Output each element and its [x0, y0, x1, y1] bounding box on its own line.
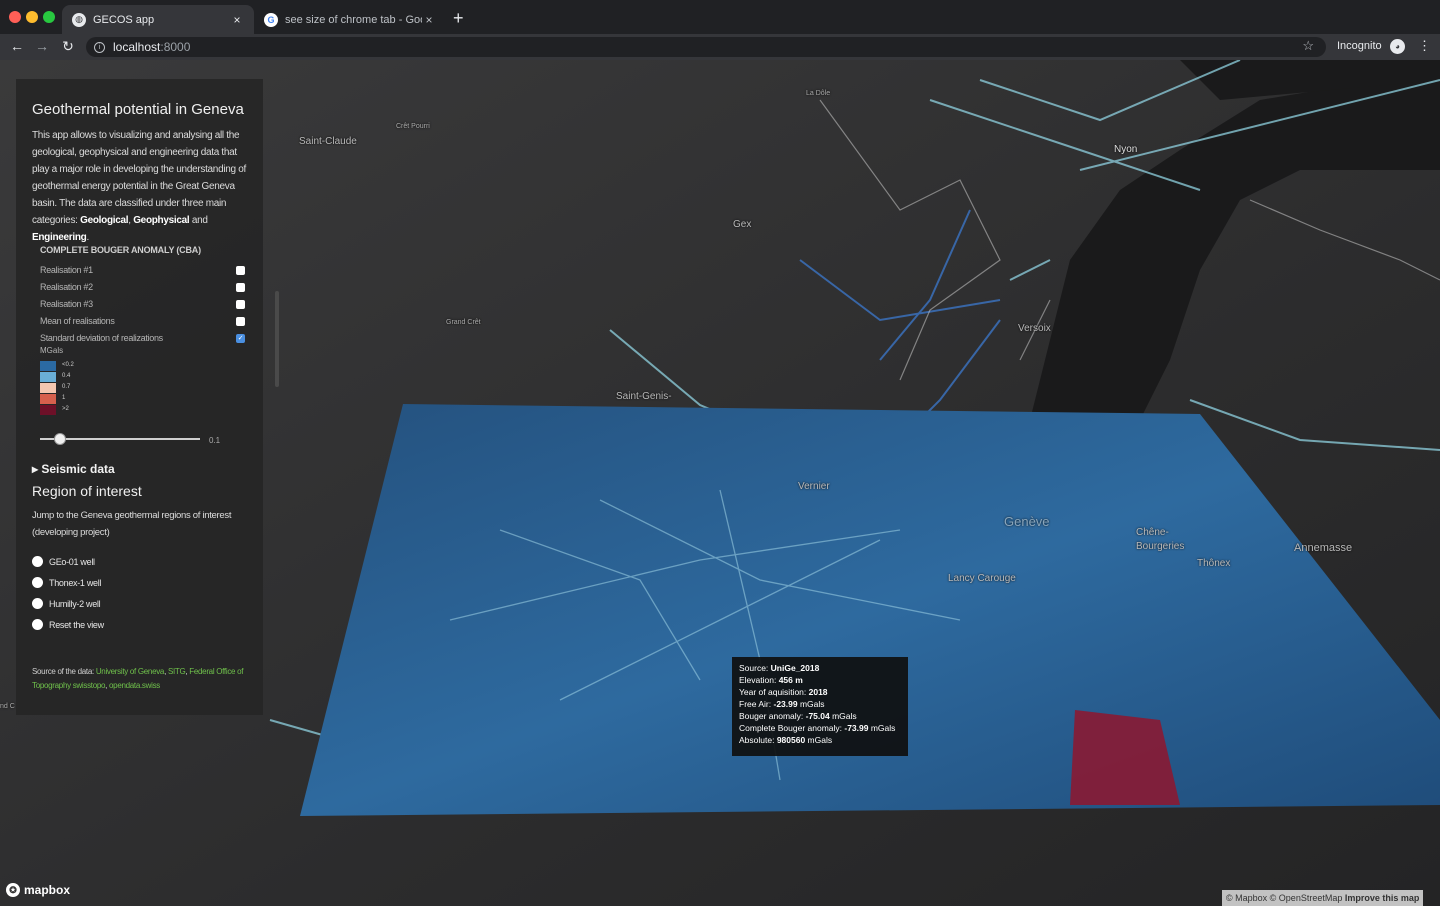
- legend-swatch: [40, 405, 56, 415]
- reload-icon[interactable]: ↻: [59, 38, 77, 55]
- place-lancy-carouge: Lancy Carouge: [948, 573, 1016, 584]
- mapbox-icon: ✪: [6, 883, 20, 897]
- browser-tab-bar: ◍ GECOS app × G see size of chrome tab -…: [0, 0, 1440, 34]
- place-saint-genis: Saint-Genis-: [616, 391, 672, 402]
- bookmark-star-icon[interactable]: ☆: [1302, 38, 1314, 54]
- checkbox[interactable]: [236, 317, 245, 326]
- new-tab-button[interactable]: +: [453, 8, 464, 29]
- map-attribution: © Mapbox © OpenStreetMap Improve this ma…: [1222, 890, 1424, 906]
- attrib-osm-link[interactable]: © OpenStreetMap: [1270, 893, 1343, 903]
- layer-toggle-realisation-3[interactable]: Realisation #3: [40, 299, 245, 311]
- tooltip-free-air: Free Air: -23.99 mGals: [739, 699, 825, 709]
- address-bar[interactable]: i localhost:8000 ☆: [86, 37, 1326, 57]
- mapbox-logo[interactable]: ✪ mapbox: [6, 883, 70, 897]
- tab-title: see size of chrome tab - Googl: [285, 13, 422, 26]
- tooltip-absolute: Absolute: 980560 mGals: [739, 735, 833, 745]
- source-link-unige[interactable]: University of Geneva: [96, 667, 165, 676]
- layer-toggle-realisation-1[interactable]: Realisation #1: [40, 265, 245, 277]
- place-nyon: Nyon: [1114, 144, 1138, 155]
- cba-heading: COMPLETE BOUGER ANOMALY (CBA): [40, 245, 201, 255]
- legend-units: MGals: [40, 346, 64, 355]
- place-la-dole: La Dôle: [806, 90, 831, 97]
- incognito-label[interactable]: Incognito: [1337, 40, 1382, 52]
- source-link-opendata[interactable]: opendata.swiss: [109, 681, 160, 690]
- place-grand-cret: Grand Crêt: [446, 319, 481, 326]
- panel-title: Geothermal potential in Geneva: [32, 101, 244, 118]
- google-icon: G: [264, 12, 278, 27]
- opacity-slider-handle[interactable]: [54, 433, 66, 445]
- url-text: localhost:8000: [113, 40, 191, 54]
- place-gex: Gex: [733, 219, 752, 230]
- place-edge-label: nd C: [0, 703, 15, 710]
- globe-icon: ◍: [72, 12, 86, 27]
- tooltip-cba: Complete Bouger anomaly: -73.99 mGals: [739, 723, 896, 733]
- place-saint-claude: Saint-Claude: [299, 136, 357, 147]
- tooltip-elevation: Elevation: 456 m: [739, 675, 803, 685]
- checkbox[interactable]: [236, 266, 245, 275]
- checkbox[interactable]: [236, 283, 245, 292]
- window-minimize-button[interactable]: [26, 11, 38, 23]
- tab-close-icon[interactable]: ×: [230, 13, 244, 27]
- place-thonex: Thônex: [1197, 558, 1231, 569]
- seismic-data-toggle[interactable]: ▸ Seismic data: [32, 462, 115, 476]
- radio-button[interactable]: [32, 577, 43, 588]
- window-close-button[interactable]: [9, 11, 21, 23]
- checkbox-checked[interactable]: ✓: [236, 334, 245, 343]
- browser-toolbar: ← → ↻ i localhost:8000 ☆ Incognito ◕ ⋮: [0, 34, 1440, 60]
- info-icon[interactable]: i: [94, 41, 105, 53]
- tab-google-search[interactable]: G see size of chrome tab - Googl ×: [254, 5, 446, 34]
- place-annemasse: Annemasse: [1294, 542, 1353, 554]
- side-panel: Geothermal potential in Geneva This app …: [16, 79, 279, 715]
- radio-button[interactable]: [32, 556, 43, 567]
- layer-toggle-mean[interactable]: Mean of realisations: [40, 316, 245, 328]
- place-geneve: Genève: [1004, 514, 1050, 529]
- legend-swatch: [40, 383, 56, 393]
- tooltip-year: Year of aquisition: 2018: [739, 687, 828, 697]
- layer-toggle-realisation-2[interactable]: Realisation #2: [40, 282, 245, 294]
- place-cret-pourri: Crêt Pourri: [396, 123, 430, 130]
- layer-toggle-std-dev[interactable]: Standard deviation of realizations ✓: [40, 333, 245, 345]
- attrib-mapbox-link[interactable]: © Mapbox: [1226, 893, 1267, 903]
- data-source: Source of the data: University of Geneva…: [32, 667, 244, 690]
- legend-swatch: [40, 372, 56, 382]
- place-vernier: Vernier: [798, 481, 830, 492]
- tooltip-bouger: Bouger anomaly: -75.04 mGals: [739, 711, 857, 721]
- legend-swatch: [40, 361, 56, 371]
- tab-title: GECOS app: [93, 13, 155, 26]
- tab-close-icon[interactable]: ×: [422, 13, 436, 27]
- forward-arrow-icon[interactable]: →: [33, 38, 51, 54]
- checkbox[interactable]: [236, 300, 245, 309]
- place-chene-bourgeries: Chêne-Bourgeries: [1136, 527, 1185, 552]
- tooltip-source: Source: UniGe_2018: [739, 663, 820, 673]
- data-point-tooltip: Source: UniGe_2018 Elevation: 456 m Year…: [732, 657, 908, 756]
- legend-swatch: [40, 394, 56, 404]
- region-description: Jump to the Geneva geothermal regions of…: [32, 510, 232, 538]
- radio-button[interactable]: [32, 598, 43, 609]
- improve-map-link[interactable]: Improve this map: [1345, 893, 1420, 903]
- opacity-slider-value: 0.1: [209, 436, 221, 445]
- incognito-icon[interactable]: ◕: [1390, 39, 1405, 54]
- window-zoom-button[interactable]: [43, 11, 55, 23]
- tab-gecos-app[interactable]: ◍ GECOS app ×: [62, 5, 254, 34]
- back-arrow-icon[interactable]: ←: [8, 38, 26, 54]
- radio-button[interactable]: [32, 619, 43, 630]
- source-link-sitg[interactable]: SITG: [168, 667, 186, 676]
- panel-scrollbar[interactable]: [275, 291, 279, 387]
- place-versoix: Versoix: [1018, 323, 1051, 334]
- panel-description: This app allows to visualizing and analy…: [32, 130, 246, 243]
- region-title: Region of interest: [32, 483, 142, 499]
- kebab-menu-icon[interactable]: ⋮: [1418, 38, 1431, 54]
